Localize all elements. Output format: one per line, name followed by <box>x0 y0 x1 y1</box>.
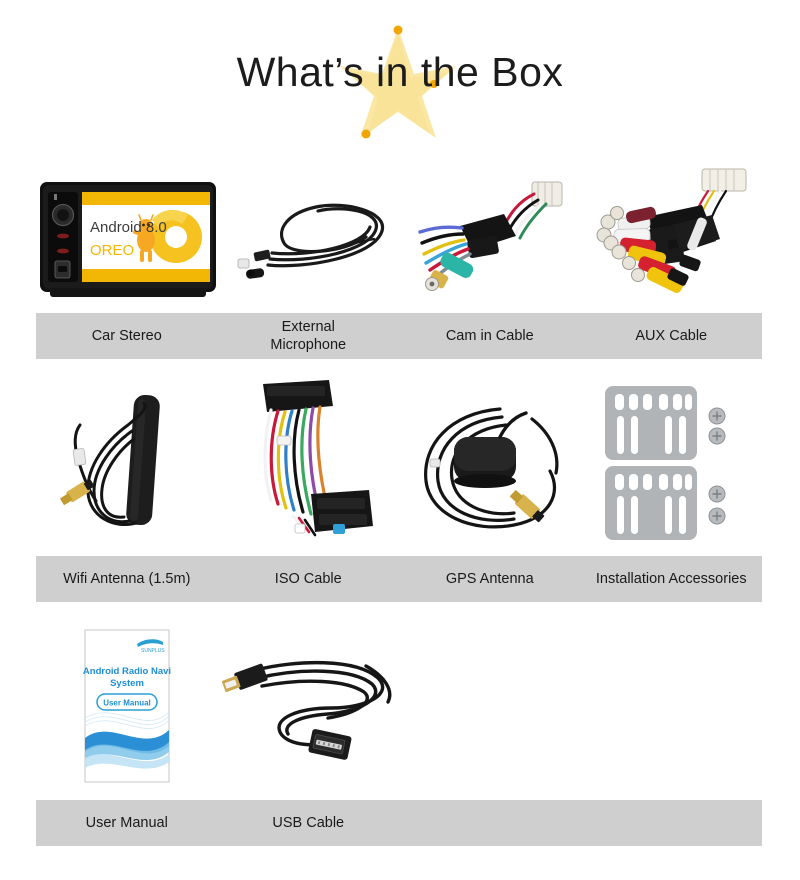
page-header: What’s in the Box <box>0 0 800 150</box>
manual-title-line2: System <box>110 678 144 689</box>
product-label-aux-cable: AUX Cable <box>635 327 708 344</box>
product-row-1-labels: Car Stereo External Microphone Cam in Ca… <box>36 313 762 359</box>
product-image-user-manual: SUNPLUS Android Radio Navi System User M… <box>36 612 216 800</box>
product-row-3: SUNPLUS Android Radio Navi System User M… <box>0 612 800 862</box>
product-label-car-stereo: Car Stereo <box>91 327 162 344</box>
product-label-empty-1 <box>399 800 581 846</box>
product-label-empty-2 <box>581 800 763 846</box>
product-label-gps-antenna: GPS Antenna <box>445 570 534 587</box>
product-image-cam-in-cable <box>401 160 581 310</box>
product-row-3-labels: User Manual USB Cable <box>36 800 762 846</box>
product-row-2: Wifi Antenna (1.5m) ISO Cable GPS Antenn… <box>0 368 800 602</box>
product-row-3-images: SUNPLUS Android Radio Navi System User M… <box>36 612 762 800</box>
product-image-empty-1 <box>401 612 581 800</box>
product-label-installation-accessories: Installation Accessories <box>595 570 747 587</box>
product-label-external-microphone: External Microphone <box>270 318 347 353</box>
screen-release-label: OREO <box>90 242 134 259</box>
product-label-usb-cable: USB Cable <box>272 814 345 831</box>
product-label-cam-in-cable: Cam in Cable <box>445 327 534 344</box>
product-image-usb-cable <box>216 612 401 800</box>
product-image-empty-2 <box>582 612 762 800</box>
manual-badge-label: User Manual <box>103 699 151 708</box>
whats-in-the-box-page: What’s in the Box Android 8.0 OREO Car S… <box>0 0 800 880</box>
product-label-iso-cable: ISO Cable <box>274 570 342 587</box>
screen-os-label: Android 8.0 <box>90 219 167 236</box>
product-row-2-images <box>36 368 762 553</box>
svg-text:SUNPLUS: SUNPLUS <box>141 648 165 654</box>
product-row-1-images: Android 8.0 OREO <box>36 160 762 310</box>
product-label-wifi-antenna: Wifi Antenna (1.5m) <box>63 570 191 587</box>
row-3-bar-mask <box>762 800 800 848</box>
product-image-gps-antenna <box>399 368 581 553</box>
product-label-user-manual: User Manual <box>85 814 168 831</box>
product-row-1: Android 8.0 OREO Car Stereo External Mic… <box>0 160 800 360</box>
product-image-aux-cable <box>582 160 762 310</box>
manual-title-line1: Android Radio Navi <box>83 666 171 677</box>
product-image-iso-cable <box>218 368 400 553</box>
product-image-wifi-antenna <box>36 368 218 553</box>
product-image-car-stereo: Android 8.0 OREO <box>36 160 221 310</box>
product-row-2-labels: Wifi Antenna (1.5m) ISO Cable GPS Antenn… <box>36 556 762 602</box>
product-image-external-microphone <box>221 160 401 310</box>
page-title: What’s in the Box <box>236 49 564 95</box>
product-image-installation-accessories <box>581 368 763 553</box>
